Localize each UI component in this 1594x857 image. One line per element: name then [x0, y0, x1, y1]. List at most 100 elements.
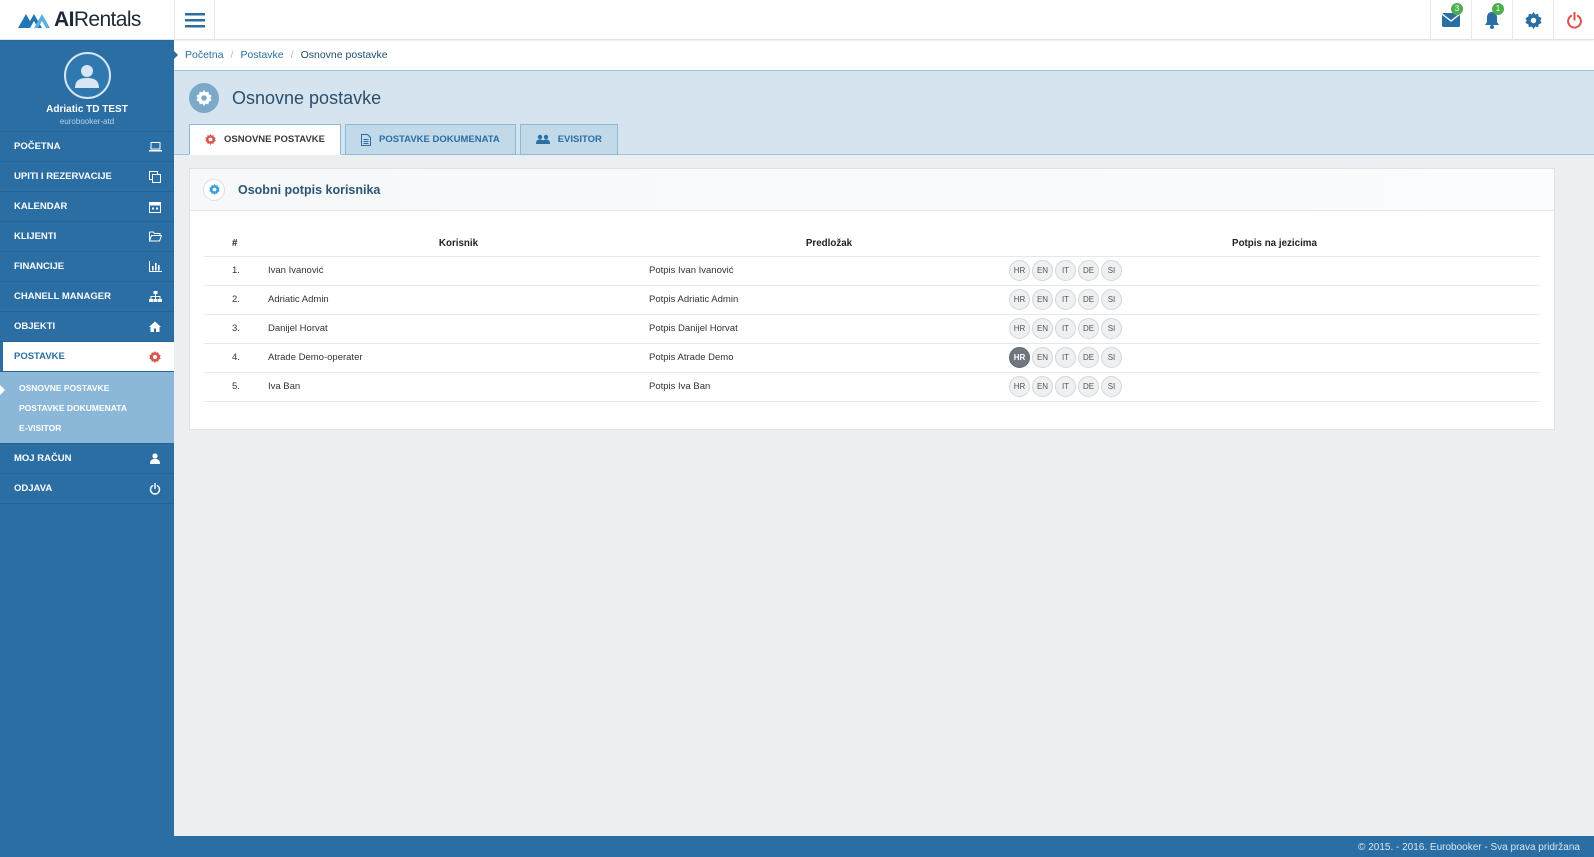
- language-button-it[interactable]: IT: [1055, 376, 1076, 397]
- submenu-item-postavke-dokumenata[interactable]: POSTAVKE DOKUMENATA: [0, 398, 174, 418]
- sidebar-item-label: MOJ RAČUN: [14, 453, 72, 464]
- settings-tabs: OSNOVNE POSTAVKE POSTAVKE DOKUMENATA EVI…: [189, 124, 622, 155]
- profile-subtitle: eurobooker-atd: [59, 117, 115, 126]
- logout-button[interactable]: [1553, 0, 1594, 40]
- app-logo[interactable]: AIRentals: [18, 8, 141, 31]
- row-user: Atrade Demo-operater: [268, 343, 649, 373]
- language-button-si[interactable]: SI: [1101, 376, 1122, 397]
- sidebar-item-objekti[interactable]: OBJEKTI: [0, 312, 174, 342]
- column-header-number: #: [204, 231, 268, 257]
- row-languages: HR EN IT DE SI: [1009, 285, 1540, 315]
- row-languages: HR EN IT DE SI: [1009, 343, 1540, 373]
- sidebar-item-moj-racun[interactable]: MOJ RAČUN: [0, 444, 174, 474]
- row-template: Potpis Danijel Horvat: [649, 314, 1009, 344]
- row-number: 2.: [204, 285, 268, 315]
- language-button-it[interactable]: IT: [1055, 347, 1076, 368]
- sidebar-item-label: OBJEKTI: [14, 321, 56, 332]
- tab-osnovne-postavke[interactable]: OSNOVNE POSTAVKE: [189, 124, 341, 155]
- users-icon: [535, 134, 550, 145]
- logo-text: AIRentals: [54, 8, 141, 31]
- language-button-hr[interactable]: HR: [1009, 347, 1030, 368]
- language-button-de[interactable]: DE: [1078, 260, 1099, 281]
- breadcrumb: Početna / Postavke / Osnovne postavke: [174, 40, 1594, 71]
- language-button-de[interactable]: DE: [1078, 318, 1099, 339]
- breadcrumb-pocetna[interactable]: Početna: [185, 49, 224, 61]
- language-button-si[interactable]: SI: [1101, 260, 1122, 281]
- row-number: 3.: [204, 314, 268, 344]
- notifications-badge: 1: [1492, 3, 1504, 15]
- language-button-it[interactable]: IT: [1055, 289, 1076, 310]
- language-button-si[interactable]: SI: [1101, 347, 1122, 368]
- top-right-toolbar: 3 1: [1430, 0, 1594, 40]
- language-button-it[interactable]: IT: [1055, 318, 1076, 339]
- table-row: 4. Atrade Demo-operater Potpis Atrade Demo…: [204, 343, 1540, 373]
- postavke-submenu: OSNOVNE POSTAVKE POSTAVKE DOKUMENATA E-V…: [0, 372, 174, 444]
- language-button-de[interactable]: DE: [1078, 347, 1099, 368]
- sidebar: Adriatic TD TEST eurobooker-atd POČETNA …: [0, 40, 174, 857]
- user-profile: Adriatic TD TEST eurobooker-atd: [0, 40, 174, 132]
- signature-table: # Korisnik Predložak Potpis na jezicima …: [204, 231, 1540, 402]
- language-button-en[interactable]: EN: [1032, 318, 1053, 339]
- sidebar-item-channel-manager[interactable]: CHANELL MANAGER: [0, 282, 174, 312]
- language-button-en[interactable]: EN: [1032, 260, 1053, 281]
- sidebar-item-odjava[interactable]: ODJAVA: [0, 474, 174, 504]
- sidebar-item-klijenti[interactable]: KLIJENTI: [0, 222, 174, 252]
- language-button-hr[interactable]: HR: [1009, 376, 1030, 397]
- sidebar-item-kalendar[interactable]: KALENDAR: [0, 192, 174, 222]
- row-user: Ivan Ivanović: [268, 256, 649, 286]
- menu-toggle-button[interactable]: [174, 0, 215, 40]
- settings-button[interactable]: [1512, 0, 1553, 40]
- language-button-de[interactable]: DE: [1078, 376, 1099, 397]
- sidebar-item-financije[interactable]: FINANCIJE: [0, 252, 174, 282]
- language-button-hr[interactable]: HR: [1009, 318, 1030, 339]
- language-button-de[interactable]: DE: [1078, 289, 1099, 310]
- sidebar-item-label: POSTAVKE: [14, 351, 65, 362]
- messages-button[interactable]: 3: [1430, 0, 1471, 40]
- language-button-si[interactable]: SI: [1101, 318, 1122, 339]
- row-template: Potpis Adriatic Admin: [649, 285, 1009, 315]
- breadcrumb-current: Osnovne postavke: [300, 49, 388, 61]
- messages-badge: 3: [1451, 3, 1463, 15]
- tab-label: EVISITOR: [557, 134, 602, 145]
- page-title-group: Osnovne postavke: [189, 83, 381, 113]
- submenu-item-osnovne-postavke[interactable]: OSNOVNE POSTAVKE: [0, 378, 174, 398]
- power-icon: [148, 482, 162, 496]
- language-button-en[interactable]: EN: [1032, 289, 1053, 310]
- sidebar-item-label: ODJAVA: [14, 483, 53, 494]
- table-row: 1. Ivan Ivanović Potpis Ivan Ivanović HR EN I…: [204, 256, 1540, 286]
- row-number: 5.: [204, 372, 268, 402]
- submenu-item-e-visitor[interactable]: E-VISITOR: [0, 418, 174, 438]
- breadcrumb-separator: /: [230, 49, 234, 61]
- user-icon: [148, 452, 162, 466]
- sidebar-item-postavke[interactable]: POSTAVKE: [0, 342, 174, 372]
- row-languages: HR EN IT DE SI: [1009, 372, 1540, 402]
- language-button-hr[interactable]: HR: [1009, 289, 1030, 310]
- table-row: 2. Adriatic Admin Potpis Adriatic Admin HR E…: [204, 285, 1540, 315]
- row-user: Iva Ban: [268, 372, 649, 402]
- profile-name: Adriatic TD TEST: [46, 104, 128, 115]
- gear-icon: [203, 178, 225, 201]
- row-languages: HR EN IT DE SI: [1009, 256, 1540, 286]
- breadcrumb-separator: /: [290, 49, 294, 61]
- sidebar-item-label: CHANELL MANAGER: [14, 291, 111, 302]
- breadcrumb-postavke[interactable]: Postavke: [240, 49, 283, 61]
- language-button-en[interactable]: EN: [1032, 376, 1053, 397]
- language-button-hr[interactable]: HR: [1009, 260, 1030, 281]
- avatar[interactable]: [63, 52, 111, 99]
- language-button-it[interactable]: IT: [1055, 260, 1076, 281]
- sidebar-item-label: POČETNA: [14, 141, 61, 152]
- tab-evisitor[interactable]: EVISITOR: [519, 124, 618, 155]
- calendar-icon: [148, 200, 162, 214]
- footer-copyright: © 2015. - 2016. Eurobooker - Sva prava p…: [1358, 842, 1580, 853]
- sidebar-item-pocetna[interactable]: POČETNA: [0, 132, 174, 162]
- language-button-si[interactable]: SI: [1101, 289, 1122, 310]
- sidebar-item-label: KALENDAR: [14, 201, 68, 212]
- sidebar-item-upiti-rezervacije[interactable]: UPITI I REZERVACIJE: [0, 162, 174, 192]
- row-user: Danijel Horvat: [268, 314, 649, 344]
- notifications-button[interactable]: 1: [1471, 0, 1512, 40]
- language-button-en[interactable]: EN: [1032, 347, 1053, 368]
- page-header: Osnovne postavke OSNOVNE POSTAVKE POSTAV…: [174, 71, 1594, 155]
- power-icon: [1566, 11, 1582, 29]
- main-content: Početna / Postavke / Osnovne postavke Os…: [174, 40, 1594, 836]
- tab-postavke-dokumenata[interactable]: POSTAVKE DOKUMENATA: [345, 124, 516, 155]
